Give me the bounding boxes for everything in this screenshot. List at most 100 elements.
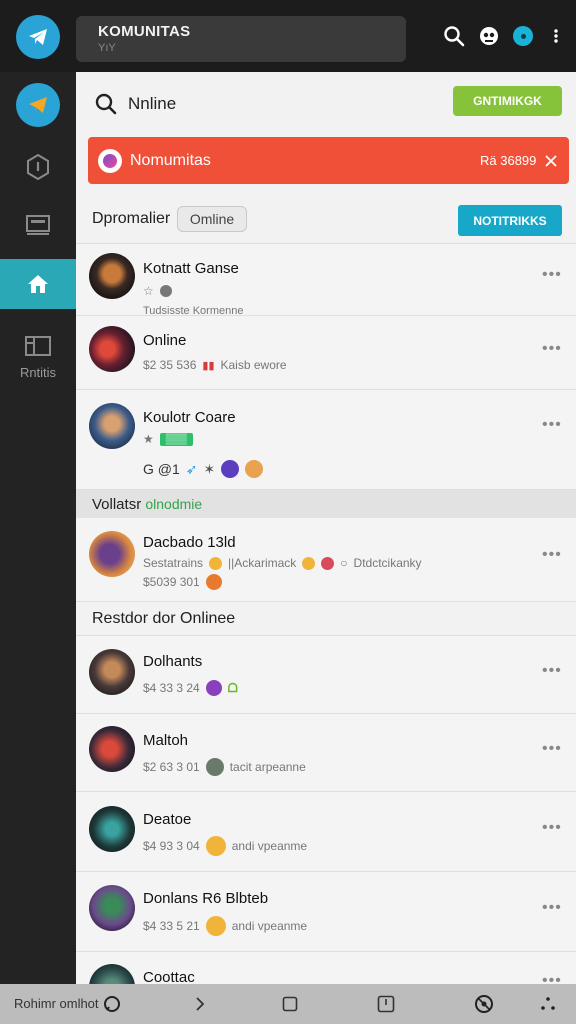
avatar [89, 806, 135, 852]
list-item[interactable]: Dacbado 13ld Sestatrains ||Ackarimack ○ … [76, 518, 576, 602]
sidebar: Rntitis [0, 72, 76, 984]
chat-icon[interactable] [102, 994, 122, 1014]
bottom-status-label: Rohimr omlhot [14, 996, 99, 1011]
emoji-icon [205, 574, 222, 590]
item-sub: $4 33 5 21 andi vpeanme [143, 916, 307, 936]
status-dot-icon[interactable] [511, 24, 535, 48]
status-tag: ▒▒▒ [159, 432, 194, 446]
item-title: Coottac [143, 969, 195, 984]
item-sub: $2 63 3 01 tacit arpeanne [143, 758, 306, 776]
community-banner[interactable]: Nomumitas Rä 36899 [88, 137, 569, 184]
sidebar-item-label: Rntitis [19, 364, 57, 380]
online-filter-chip[interactable]: Omline [177, 206, 247, 232]
list-item[interactable]: Donlans R6 Blbteb $4 33 5 21 andi vpeanm… [76, 872, 576, 952]
shield-icon [27, 153, 49, 181]
item-sub: ★ ▒▒▒ [143, 432, 194, 446]
title-box[interactable]: KOMUNITAS YıY [76, 16, 406, 62]
more-icon[interactable] [538, 994, 558, 1014]
item-title: Dolhants [143, 653, 203, 670]
item-meta: $5039 301 [143, 574, 222, 590]
filter-row: Dpromalier Omline NOTITRIKKS [76, 196, 576, 244]
window-title: KOMUNITAS [98, 23, 191, 40]
main-panel: Nnline GNTIMIKGK Nomumitas Rä 36899 Dpro… [76, 72, 576, 984]
sidebar-item-rntitis[interactable]: Rntitis [0, 326, 76, 386]
cards-icon [25, 335, 51, 356]
item-title: Maltoh [143, 732, 189, 749]
search-input[interactable]: Nnline [128, 94, 176, 114]
more-options-icon[interactable]: ••• [542, 266, 562, 284]
list-item[interactable]: Deatoe $4 93 3 04 andi vpeanme ••• [76, 792, 576, 872]
item-title: Koulotr Coare [143, 409, 236, 426]
leaf-icon: ᗝ [227, 680, 238, 695]
list-item[interactable]: Online $2 35 536 ▮▮ Kaisb ewore ••• [76, 316, 576, 390]
search-icon[interactable] [442, 24, 466, 48]
sidebar-item-telegram[interactable] [0, 80, 76, 130]
item-sub: $2 35 536 ▮▮ Kaisb ewore [143, 358, 287, 372]
item-title: Dacbado 13ld [143, 534, 236, 551]
emoji-icon [205, 758, 224, 776]
telegram-logo-icon[interactable] [16, 15, 60, 59]
more-options-icon[interactable]: ••• [542, 972, 562, 984]
search-icon[interactable] [94, 92, 118, 116]
more-options-icon[interactable]: ••• [542, 546, 562, 564]
section-title: Vollatsr [92, 496, 142, 513]
list-item[interactable]: Maltoh $2 63 3 01 tacit arpeanne ••• [76, 714, 576, 792]
avatar [89, 253, 135, 299]
top-bar: KOMUNITAS YıY [0, 0, 576, 72]
more-options-icon[interactable]: ••• [542, 416, 562, 434]
item-title: Deatoe [143, 811, 192, 828]
emoji-icon [205, 680, 222, 696]
window-subtitle: YıY [98, 42, 116, 54]
online-indicator-icon [159, 285, 172, 297]
star-icon: ☆ [143, 284, 154, 298]
list-item[interactable]: Kotnatt Ganse ☆ Tudsisste Kormenne ••• [76, 244, 576, 317]
sidebar-item-monitor[interactable] [0, 202, 76, 248]
item-title: Online [143, 332, 187, 349]
avatar [89, 531, 135, 577]
edit-icon[interactable] [376, 994, 396, 1014]
reaction-row: G @1 ➶ ✶ [143, 460, 264, 478]
list-item[interactable]: Dolhants $4 33 3 24 ᗝ ••• [76, 636, 576, 714]
paper-plane-icon [16, 83, 60, 127]
sidebar-item-home[interactable] [0, 259, 76, 309]
item-sub: $4 33 3 24 ᗝ [143, 680, 238, 696]
close-icon[interactable] [544, 154, 558, 168]
green-action-button[interactable]: GNTIMIKGK [453, 86, 562, 116]
emoji-icon [321, 556, 335, 570]
avatar [89, 964, 135, 984]
community-logo-icon [98, 149, 122, 173]
more-options-icon[interactable]: ••• [542, 662, 562, 680]
filter-label: Dpromalier [92, 210, 171, 227]
more-options-icon[interactable]: ••• [542, 899, 562, 917]
more-options-icon[interactable]: ••• [542, 819, 562, 837]
item-sub: Sestatrains ||Ackarimack ○ Dtdctcikanky [143, 556, 422, 570]
avatar [89, 403, 135, 449]
square-icon[interactable] [280, 994, 300, 1014]
avatar [89, 726, 135, 772]
more-options-icon[interactable]: ••• [542, 740, 562, 758]
more-options-icon[interactable]: ••• [542, 340, 562, 358]
section-header: Vollatsr olnodmie [76, 490, 576, 518]
more-vertical-icon[interactable] [544, 24, 568, 48]
item-sub: ☆ [143, 284, 172, 298]
separator-icon: ○ [340, 556, 348, 570]
search-row: Nnline GNTIMIKGK [76, 72, 576, 136]
list-item[interactable]: Coottac ••• [76, 952, 576, 984]
game-controller-icon[interactable] [477, 24, 501, 48]
section-header: Restdor dor Onlinee [76, 602, 576, 636]
sidebar-item-shield[interactable] [0, 144, 76, 190]
chevron-right-icon[interactable] [190, 994, 210, 1014]
emoji-icon [302, 556, 316, 570]
notifications-button[interactable]: NOTITRIKKS [458, 205, 562, 236]
section-status: olnodmie [145, 496, 203, 512]
avatar [89, 885, 135, 931]
list-item[interactable]: Koulotr Coare ★ ▒▒▒ G @1 ➶ ✶ ••• [76, 390, 576, 490]
emoji-icon [209, 556, 223, 570]
sparkle-icon: ✶ [203, 460, 216, 477]
emoji-icon [205, 836, 226, 856]
steering-icon[interactable] [474, 994, 494, 1014]
avatar [89, 326, 135, 372]
banner-title: Nomumitas [130, 152, 211, 169]
home-icon [28, 275, 48, 293]
avatar [89, 649, 135, 695]
